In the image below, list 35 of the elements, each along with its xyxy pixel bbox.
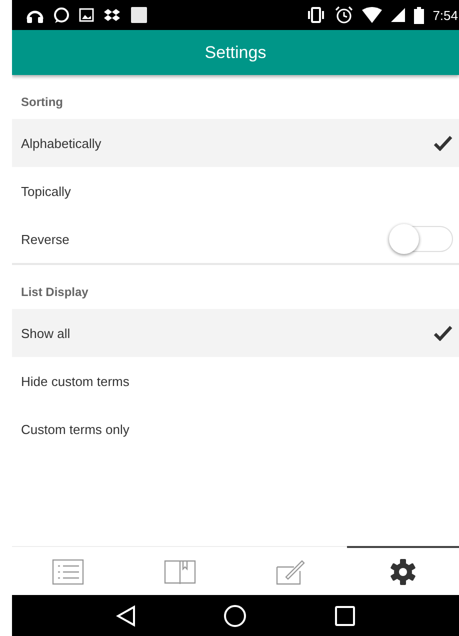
option-label: Show all (21, 326, 70, 340)
section-header: Sorting (20, 94, 64, 111)
option-label: Reverse (21, 232, 70, 246)
alarm-icon (334, 6, 353, 24)
wifi-icon (362, 7, 382, 23)
edit-icon (276, 558, 306, 584)
option-row[interactable]: Topically (12, 167, 459, 215)
option-label: Alphabetically (21, 136, 102, 150)
recents-icon (334, 604, 356, 626)
checkmark-icon (433, 325, 453, 341)
option-row[interactable]: Show all (12, 309, 459, 357)
chat-icon (53, 6, 70, 24)
option-row[interactable]: Custom terms only (12, 405, 459, 453)
home-icon (222, 604, 246, 628)
toggle-row[interactable]: Reverse (12, 215, 459, 263)
list-icon (52, 558, 84, 584)
option-label: Hide custom terms (21, 374, 130, 388)
square-icon (130, 6, 148, 24)
option-row[interactable]: Hide custom terms (12, 357, 459, 405)
toggle-switch[interactable] (389, 224, 453, 254)
option-row[interactable]: Alphabetically (12, 119, 459, 167)
clock-time: 7:54 (432, 8, 458, 22)
box-icon (103, 8, 121, 22)
option-label: Custom terms only (21, 422, 130, 436)
signal-icon (390, 8, 405, 22)
option-label: Topically (21, 184, 71, 198)
settings-icon (389, 558, 418, 586)
back-icon (116, 604, 136, 626)
book-icon (164, 558, 196, 584)
image-icon (79, 8, 94, 22)
vibrate-icon (306, 7, 326, 23)
screen-title: Settings (204, 42, 266, 62)
section-header: List Display (20, 284, 90, 301)
battery-icon (414, 6, 424, 24)
checkmark-icon (433, 135, 453, 151)
